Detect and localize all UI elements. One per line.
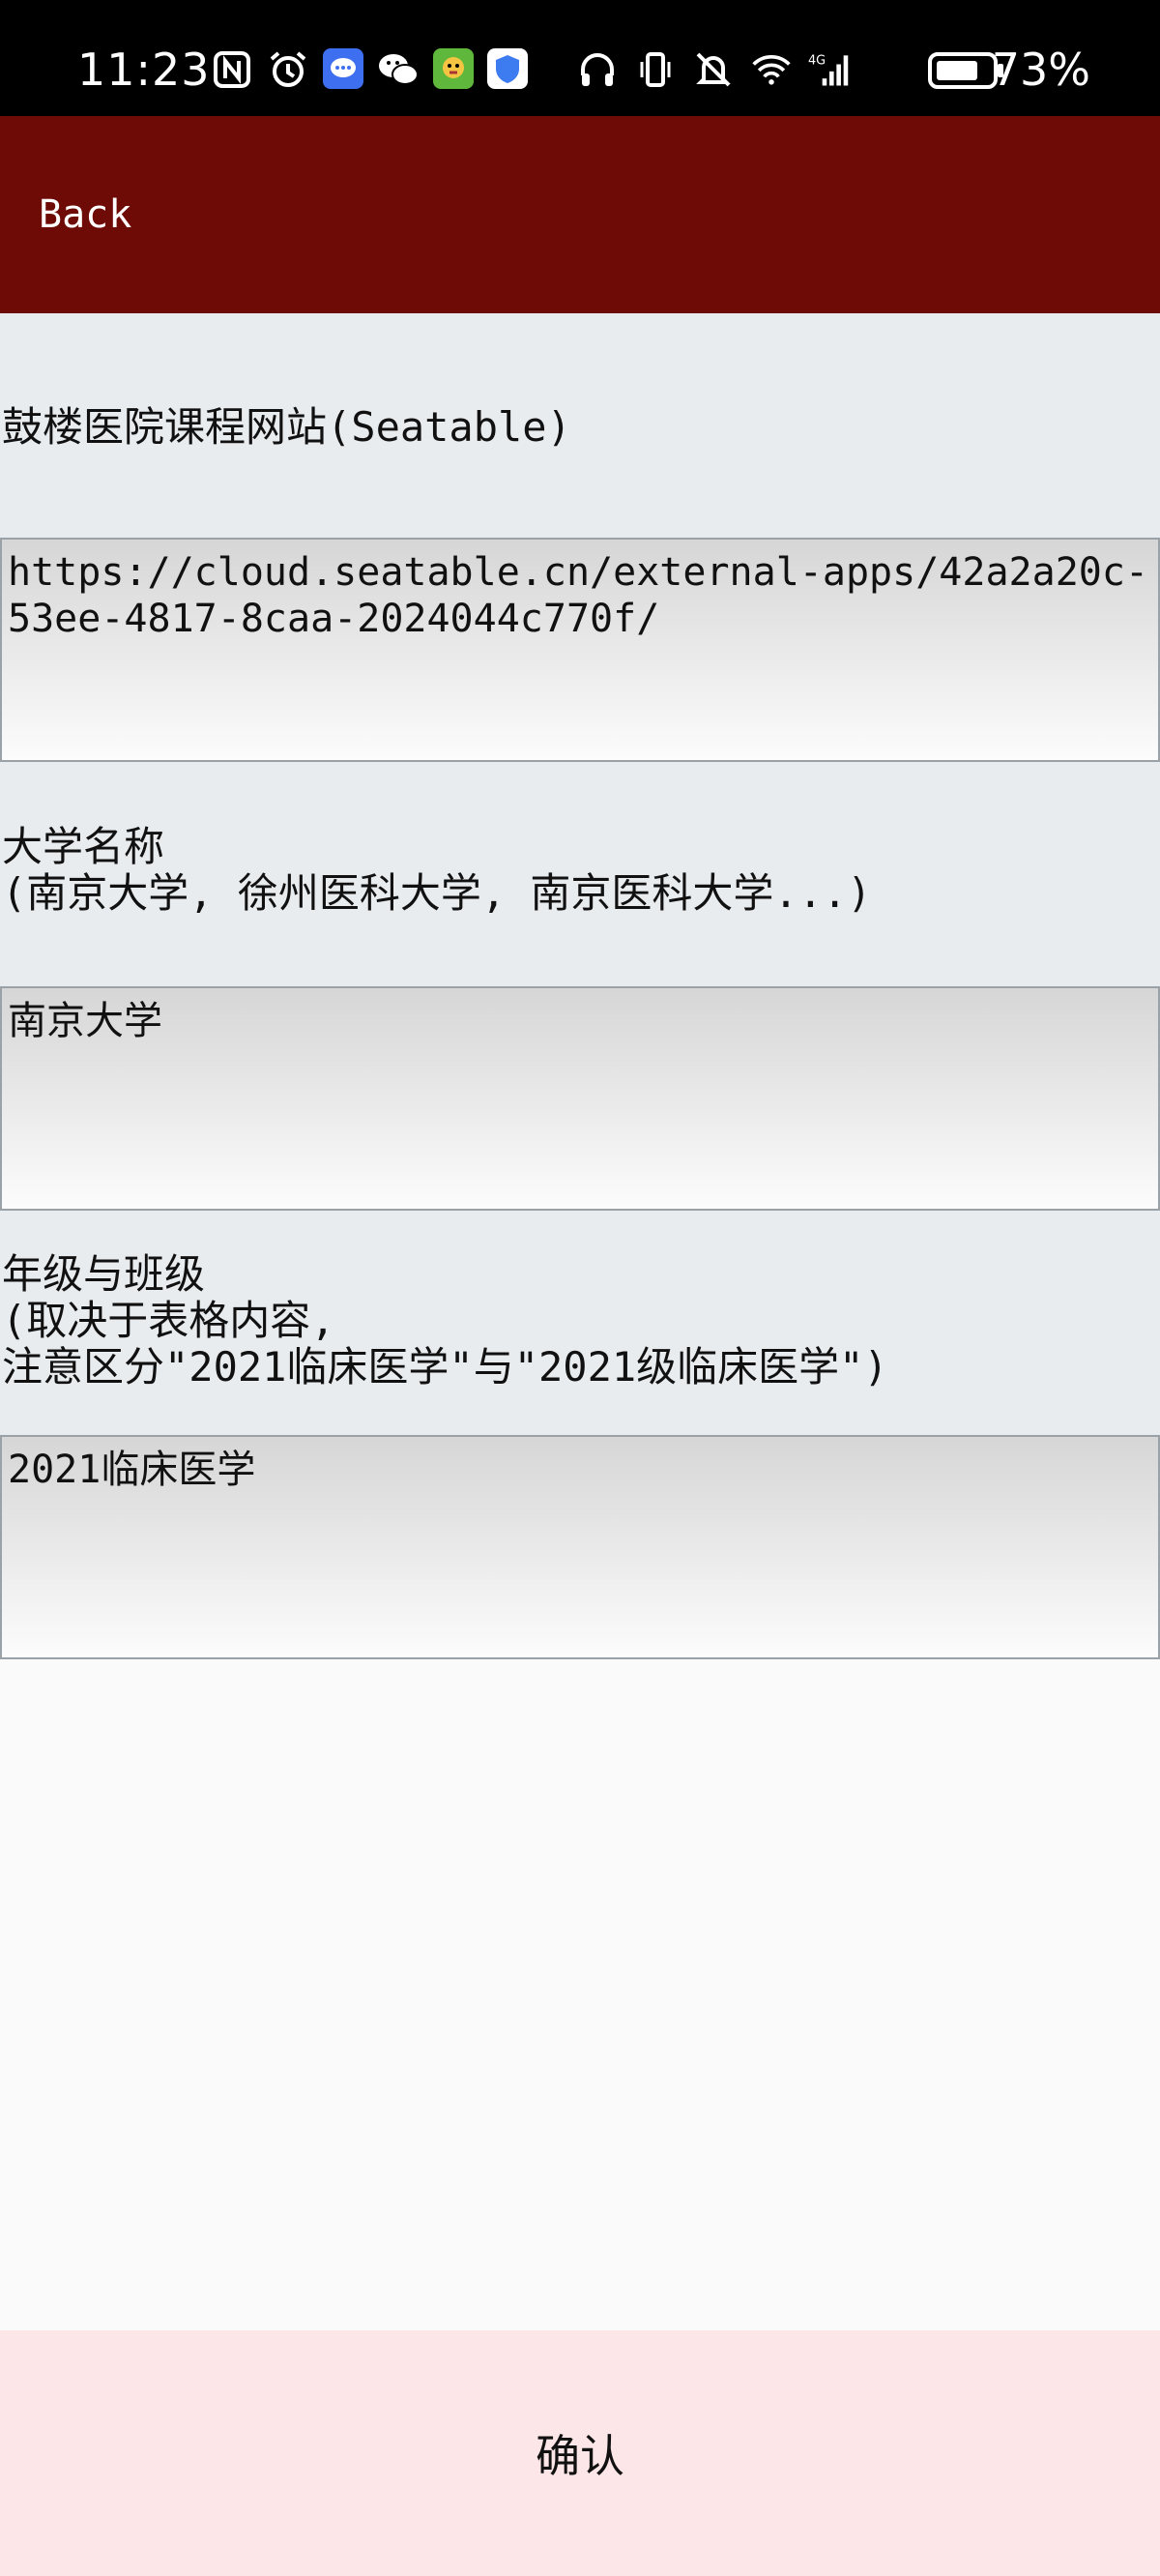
- app-header: Back: [0, 116, 1160, 313]
- status-bar: 11:23 4G 73%: [0, 0, 1160, 116]
- course-site-label: 鼓楼医院课程网站(Seatable): [2, 403, 571, 451]
- university-label: 大学名称 (南京大学, 徐州医科大学, 南京医科大学...): [2, 823, 872, 917]
- grade-class-label: 年级与班级 (取决于表格内容, 注意区分"2021临床医学"与"2021级临床医…: [2, 1250, 888, 1390]
- status-time: 11:23: [77, 44, 211, 96]
- back-button[interactable]: Back: [39, 184, 131, 246]
- battery-percent: 73%: [991, 44, 1090, 96]
- form-area: 鼓楼医院课程网站(Seatable) https://cloud.seatabl…: [0, 313, 1160, 1659]
- system-icons: 4G: [576, 48, 851, 91]
- notification-icons: [211, 48, 528, 91]
- wechat-icon: [377, 48, 420, 91]
- network-type: 4G: [808, 54, 826, 69]
- messages-app-icon: [323, 48, 363, 89]
- confirm-button[interactable]: 确认: [0, 2330, 1160, 2576]
- headphones-icon: [576, 48, 619, 91]
- signal-icon: 4G: [808, 48, 851, 91]
- grade-class-input[interactable]: 2021临床医学: [0, 1435, 1160, 1659]
- game-app-icon: [433, 48, 474, 89]
- course-site-url-input[interactable]: https://cloud.seatable.cn/external-apps/…: [0, 538, 1160, 762]
- nfc-icon: [211, 48, 253, 91]
- university-input[interactable]: 南京大学: [0, 986, 1160, 1211]
- mute-icon: [692, 48, 735, 91]
- vibrate-icon: [634, 48, 677, 91]
- wifi-icon: [750, 48, 793, 91]
- shield-app-icon: [487, 48, 528, 89]
- alarm-icon: [267, 48, 309, 91]
